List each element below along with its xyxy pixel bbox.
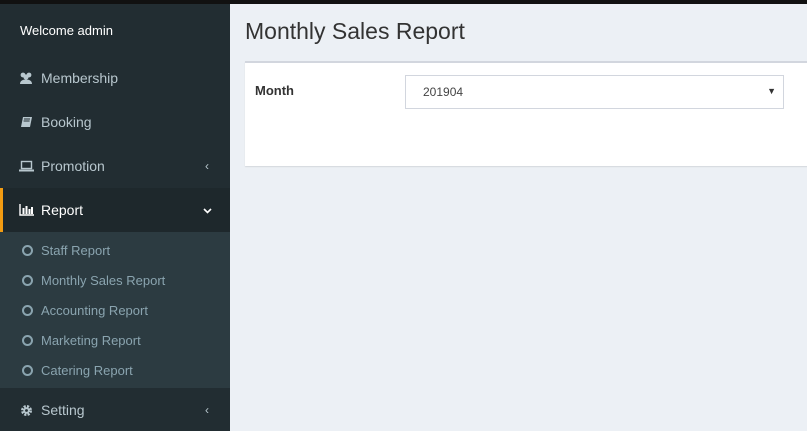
submenu-item-catering-report[interactable]: Catering Report bbox=[0, 355, 230, 385]
sidebar-item-label: Report bbox=[41, 202, 84, 218]
submenu-item-marketing-report[interactable]: Marketing Report bbox=[0, 325, 230, 355]
chevron-left-icon: ‹ bbox=[205, 159, 209, 173]
circle-icon bbox=[22, 364, 33, 376]
sidebar: Welcome admin Membership Booking Promoti… bbox=[0, 4, 230, 431]
submenu-item-label: Catering Report bbox=[41, 362, 133, 378]
sidebar-item-label: Membership bbox=[41, 70, 119, 86]
sidebar-item-setting[interactable]: Setting ‹ bbox=[0, 388, 230, 431]
submenu-item-label: Accounting Report bbox=[41, 302, 148, 318]
sidebar-item-label: Promotion bbox=[41, 158, 105, 174]
welcome-text: Welcome admin bbox=[20, 22, 113, 38]
submenu-item-label: Staff Report bbox=[41, 242, 111, 258]
month-select-value: 201904 bbox=[423, 85, 464, 99]
main-content: Monthly Sales Report Month 201904 ▼ bbox=[230, 4, 807, 431]
circle-icon bbox=[22, 304, 33, 316]
month-label: Month bbox=[255, 83, 294, 98]
submenu-item-monthly-sales-report[interactable]: Monthly Sales Report bbox=[0, 265, 230, 295]
users-icon bbox=[18, 70, 34, 86]
laptop-icon bbox=[18, 158, 34, 174]
filter-box: Month 201904 ▼ bbox=[245, 61, 807, 166]
circle-icon bbox=[22, 274, 33, 286]
dropdown-arrow-icon: ▼ bbox=[767, 86, 776, 96]
book-icon bbox=[18, 114, 34, 130]
circle-icon bbox=[22, 334, 33, 346]
chevron-left-icon: ‹ bbox=[205, 403, 209, 417]
sidebar-item-label: Setting bbox=[41, 402, 85, 418]
bar-chart-icon bbox=[18, 202, 34, 218]
circle-icon bbox=[22, 244, 33, 256]
report-submenu: Staff Report Monthly Sales Report Accoun… bbox=[0, 232, 230, 388]
submenu-item-label: Marketing Report bbox=[41, 332, 141, 348]
sidebar-item-promotion[interactable]: Promotion ‹ bbox=[0, 144, 230, 188]
page-title: Monthly Sales Report bbox=[245, 18, 465, 44]
submenu-item-staff-report[interactable]: Staff Report bbox=[0, 235, 230, 265]
sidebar-item-report[interactable]: Report bbox=[0, 188, 230, 232]
submenu-item-label: Monthly Sales Report bbox=[41, 272, 166, 288]
sidebar-item-membership[interactable]: Membership bbox=[0, 56, 230, 100]
month-select[interactable]: 201904 ▼ bbox=[405, 75, 784, 109]
submenu-item-accounting-report[interactable]: Accounting Report bbox=[0, 295, 230, 325]
chevron-down-icon bbox=[202, 203, 212, 217]
gear-icon bbox=[18, 402, 34, 418]
sidebar-item-booking[interactable]: Booking bbox=[0, 100, 230, 144]
sidebar-item-label: Booking bbox=[41, 114, 92, 130]
